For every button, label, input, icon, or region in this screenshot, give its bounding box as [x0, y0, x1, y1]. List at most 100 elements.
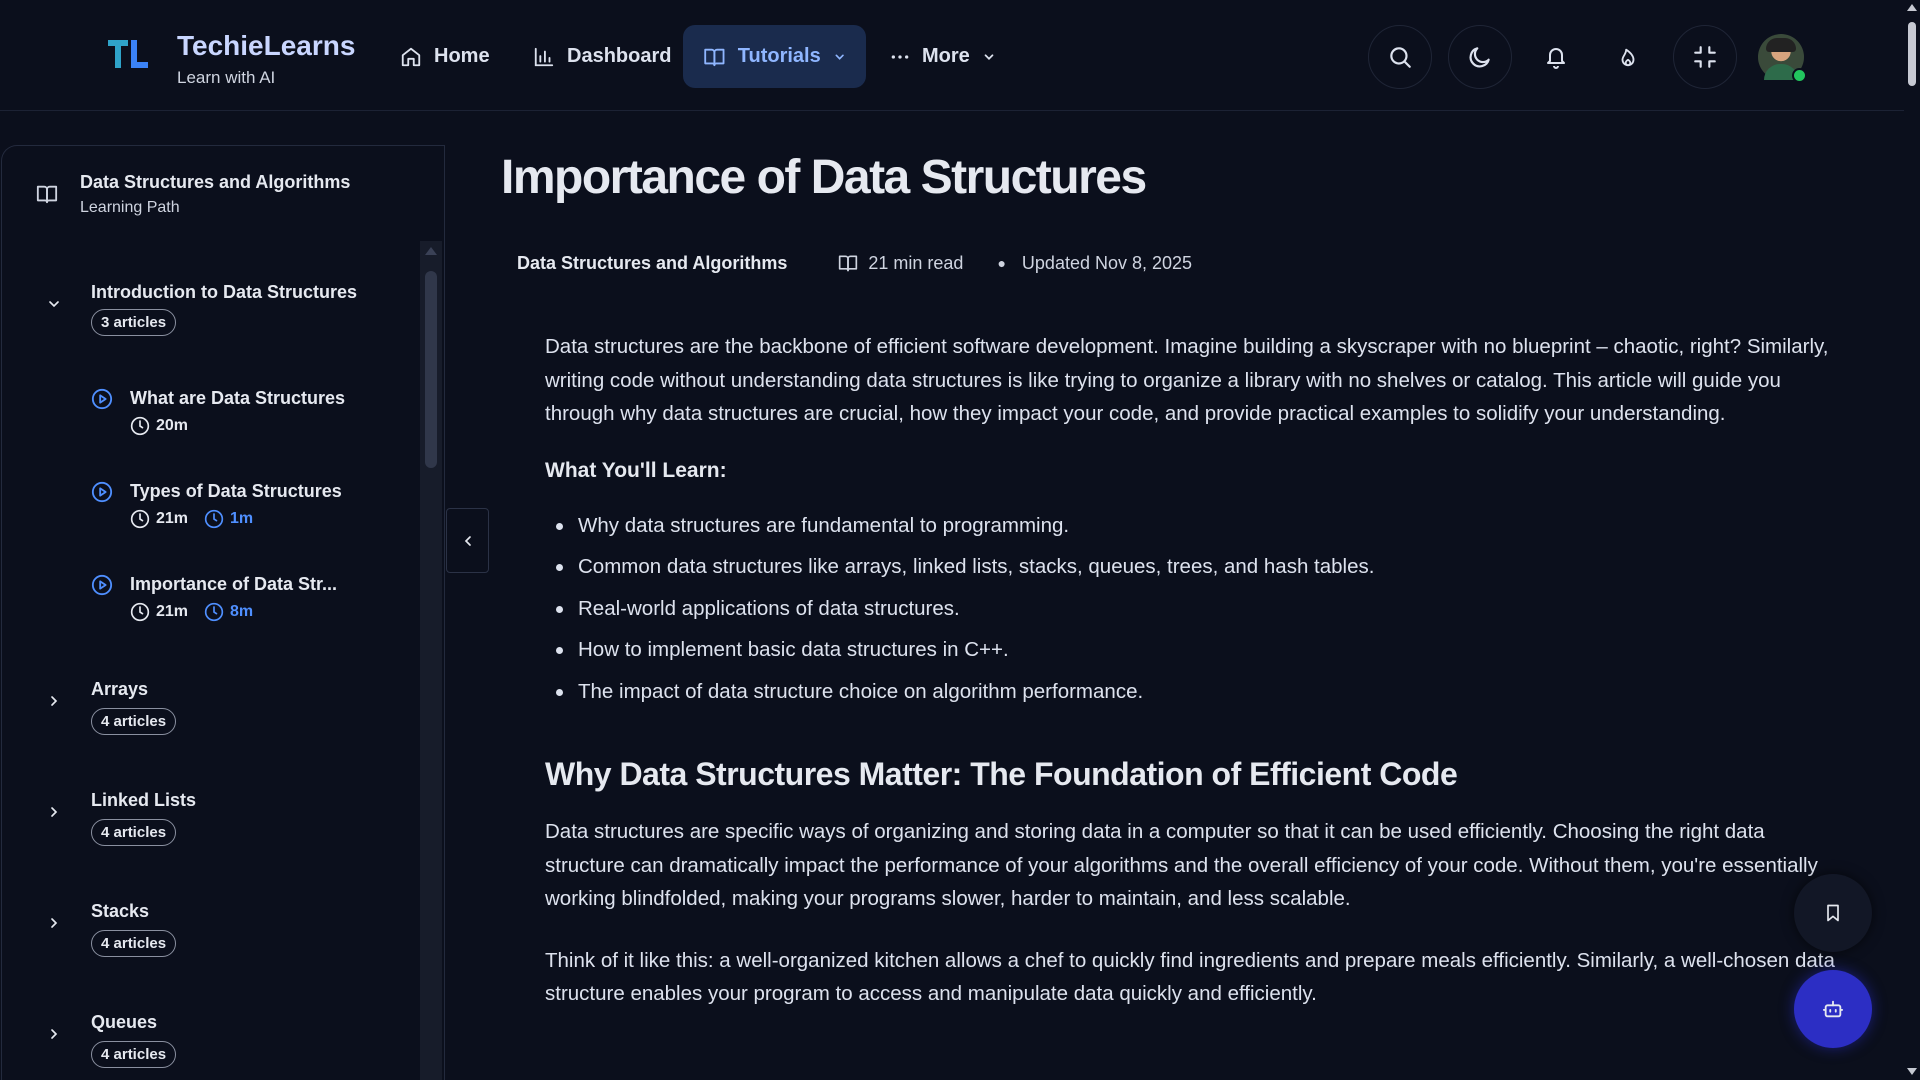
nav-home-label: Home [434, 45, 490, 67]
course-link[interactable]: Data Structures and Algorithms [517, 253, 787, 274]
sidebar-scrollbar-thumb[interactable] [425, 271, 437, 468]
list-item: How to implement basic data structures i… [545, 629, 1845, 671]
bookmark-icon [1827, 904, 1839, 922]
nav-home[interactable]: Home [380, 25, 510, 88]
book-icon [839, 255, 858, 272]
theme-toggle-button[interactable] [1448, 25, 1512, 89]
read-time-label: 21 min read [868, 252, 964, 273]
chevron-right-icon[interactable] [46, 693, 62, 709]
list-item: Real-world applications of data structur… [545, 588, 1845, 630]
article-body: Data structures are the backbone of effi… [545, 330, 1845, 1011]
nav-more[interactable]: More [870, 25, 1016, 88]
chevron-down-icon [835, 54, 844, 60]
article-time-spent: 8m [230, 603, 254, 620]
avatar[interactable] [1758, 34, 1807, 83]
article-meta: 21m 8m [130, 602, 253, 622]
section-paragraph: Think of it like this: a well-organized … [545, 948, 1835, 1006]
chevron-down-icon [984, 53, 994, 60]
section-paragraph: Data structures are specific ways of org… [545, 820, 1818, 910]
nav-more-label: More [922, 45, 970, 67]
intro-paragraph: Data structures are the backbone of effi… [545, 335, 1829, 425]
bell-icon [1547, 48, 1565, 69]
article-time-spent: 1m [230, 510, 254, 527]
clock-icon [204, 509, 224, 529]
chevron-down-icon[interactable] [46, 296, 62, 312]
chevron-right-icon[interactable] [46, 1026, 62, 1042]
chevron-right-icon[interactable] [46, 804, 62, 820]
article-progress: 8m [204, 602, 253, 622]
list-item: The impact of data structure choice on a… [545, 671, 1845, 713]
nav-tutorials[interactable]: Tutorials [683, 25, 866, 88]
sidebar-scroll-up-arrow[interactable] [425, 247, 437, 255]
notifications-button[interactable] [1524, 25, 1588, 89]
article-heading: Importance of Data Structures [501, 151, 1147, 204]
article-title: Types of Data Structures [130, 481, 342, 501]
list-item: Common data structures like arrays, link… [545, 546, 1845, 588]
sidebar-article-what-are-data-structures[interactable]: What are Data Structures 20m [2, 388, 412, 452]
nav-tutorials-label: Tutorials [737, 45, 821, 67]
section-title: Arrays [91, 679, 149, 699]
list-item: Why data structures are fundamental to p… [545, 505, 1845, 547]
sidebar-article-importance-of-data-structures[interactable]: Importance of Data Str... 21m 8m [2, 574, 412, 638]
article-duration: 21m [156, 603, 189, 620]
sidebar-scrollbar[interactable] [420, 241, 442, 1080]
section-title: Introduction to Data Structures [91, 282, 358, 302]
clock-icon [130, 416, 150, 436]
clock-icon [130, 509, 150, 529]
article-progress: 1m [204, 509, 253, 529]
article-title: Importance of Data Str... [130, 574, 338, 594]
article-count-badge: 3 articles [91, 309, 177, 336]
article-duration: 21m [156, 510, 189, 527]
flame-icon [1621, 48, 1635, 67]
online-status-dot [1792, 68, 1807, 83]
section-title: Linked Lists [91, 790, 197, 810]
brand-name[interactable]: TechieLearns [177, 30, 355, 62]
open-book-icon [704, 48, 725, 66]
read-time: 21 min read [837, 253, 963, 274]
sidebar-subtitle: Learning Path [80, 199, 180, 216]
avatar-hair [1766, 38, 1796, 52]
section-title: Queues [91, 1012, 158, 1032]
moon-icon [1469, 47, 1490, 68]
play-circle-icon [91, 388, 113, 410]
scroll-down-arrow[interactable] [1907, 1068, 1917, 1075]
chevron-right-icon[interactable] [46, 915, 62, 931]
search-button[interactable] [1368, 25, 1432, 89]
nav-dashboard-label: Dashboard [567, 45, 672, 67]
article-meta: 20m [130, 416, 188, 436]
home-icon [401, 47, 421, 66]
bar-chart-icon [534, 47, 554, 66]
article-count-badge: 4 articles [91, 930, 177, 957]
article-duration: 20m [156, 417, 189, 434]
chevron-left-icon [464, 535, 471, 546]
learn-list: Why data structures are fundamental to p… [545, 505, 1845, 713]
search-icon [1390, 47, 1411, 68]
scroll-up-arrow[interactable] [1907, 4, 1917, 11]
exit-fullscreen-button[interactable] [1673, 25, 1737, 89]
bookmark-button[interactable] [1794, 874, 1872, 952]
sidebar-article-types-of-data-structures[interactable]: Types of Data Structures 21m 1m [2, 481, 412, 545]
nav-dashboard[interactable]: Dashboard [513, 25, 691, 88]
article-count-badge: 4 articles [91, 1041, 177, 1068]
clock-icon [130, 602, 150, 622]
streak-button[interactable] [1596, 25, 1660, 89]
sidebar-title: Data Structures and Algorithms [80, 172, 351, 192]
separator-dot: ● [997, 255, 1006, 271]
section-title: Stacks [91, 901, 150, 921]
learn-heading: What You'll Learn: [545, 458, 727, 482]
play-circle-icon [91, 574, 113, 596]
learning-path-sidebar: Data Structures and Algorithms Learning … [1, 145, 445, 1080]
page-scrollbar-thumb[interactable] [1908, 22, 1916, 86]
ellipsis-icon [891, 54, 909, 59]
collapse-sidebar-button[interactable] [446, 508, 489, 573]
article-count-badge: 4 articles [91, 819, 177, 846]
ai-assistant-button[interactable] [1794, 970, 1872, 1048]
book-icon [36, 185, 58, 204]
bot-icon [1822, 1000, 1844, 1018]
minimize-icon [1694, 46, 1716, 68]
page-scrollbar[interactable] [1904, 0, 1920, 1080]
brand-tagline: Learn with AI [177, 68, 276, 87]
article-meta: 21m 1m [130, 509, 253, 529]
play-circle-icon [91, 481, 113, 503]
logo-icon[interactable] [106, 36, 150, 70]
